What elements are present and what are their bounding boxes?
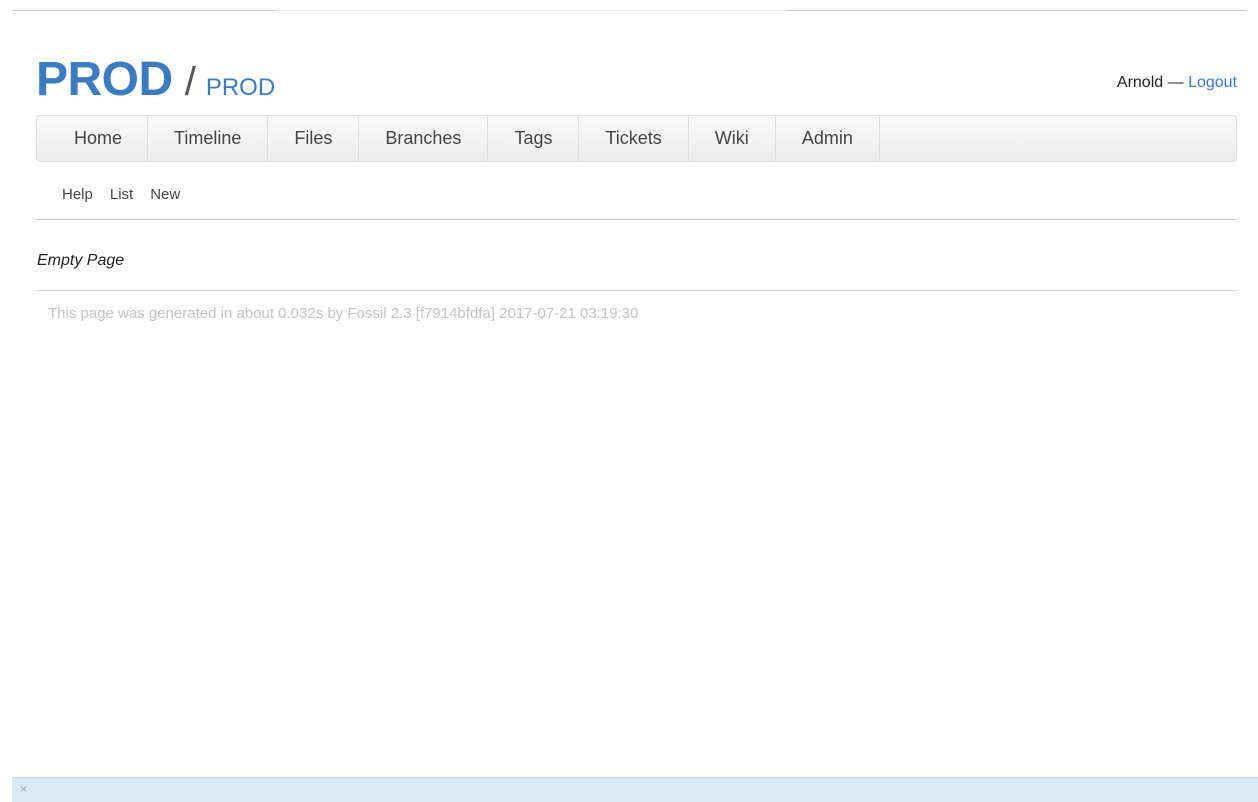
divider bbox=[36, 290, 1237, 291]
browser-tab-strip bbox=[12, 10, 1258, 12]
menu-item-home[interactable]: Home bbox=[37, 116, 149, 161]
main-menu: Home Timeline Files Branches Tags Ticket… bbox=[36, 115, 1237, 162]
menu-item-timeline[interactable]: Timeline bbox=[148, 116, 269, 161]
close-icon[interactable]: × bbox=[20, 782, 27, 796]
username: Arnold bbox=[1116, 74, 1164, 91]
login-status: Arnold — Logout bbox=[1117, 74, 1237, 92]
page-title: PROD / PROD bbox=[36, 52, 275, 107]
footer-text: This page was generated in about 0.032s … bbox=[48, 305, 639, 322]
subtitle: PROD bbox=[205, 74, 276, 101]
divider bbox=[36, 219, 1237, 220]
menu-item-wiki[interactable]: Wiki bbox=[689, 116, 776, 161]
menu-item-branches[interactable]: Branches bbox=[359, 116, 489, 161]
title-separator: / bbox=[184, 60, 196, 104]
submenu-item-new[interactable]: New bbox=[150, 186, 180, 208]
content-text: Empty Page bbox=[37, 252, 125, 269]
notification-bar: × bbox=[12, 777, 1258, 802]
menu-item-tickets[interactable]: Tickets bbox=[579, 116, 689, 161]
menu-item-tags[interactable]: Tags bbox=[488, 116, 580, 161]
repo-title: PROD bbox=[36, 53, 173, 106]
menu-item-admin[interactable]: Admin bbox=[776, 116, 880, 161]
submenu-item-help[interactable]: Help bbox=[62, 186, 93, 208]
logout-link[interactable]: Logout bbox=[1188, 74, 1237, 91]
sub-menu: Help List New bbox=[62, 186, 197, 208]
login-separator: — bbox=[1167, 74, 1184, 91]
header: PROD / PROD Arnold — Logout bbox=[36, 46, 1237, 108]
menu-item-files[interactable]: Files bbox=[268, 116, 360, 161]
submenu-item-list[interactable]: List bbox=[110, 186, 133, 208]
